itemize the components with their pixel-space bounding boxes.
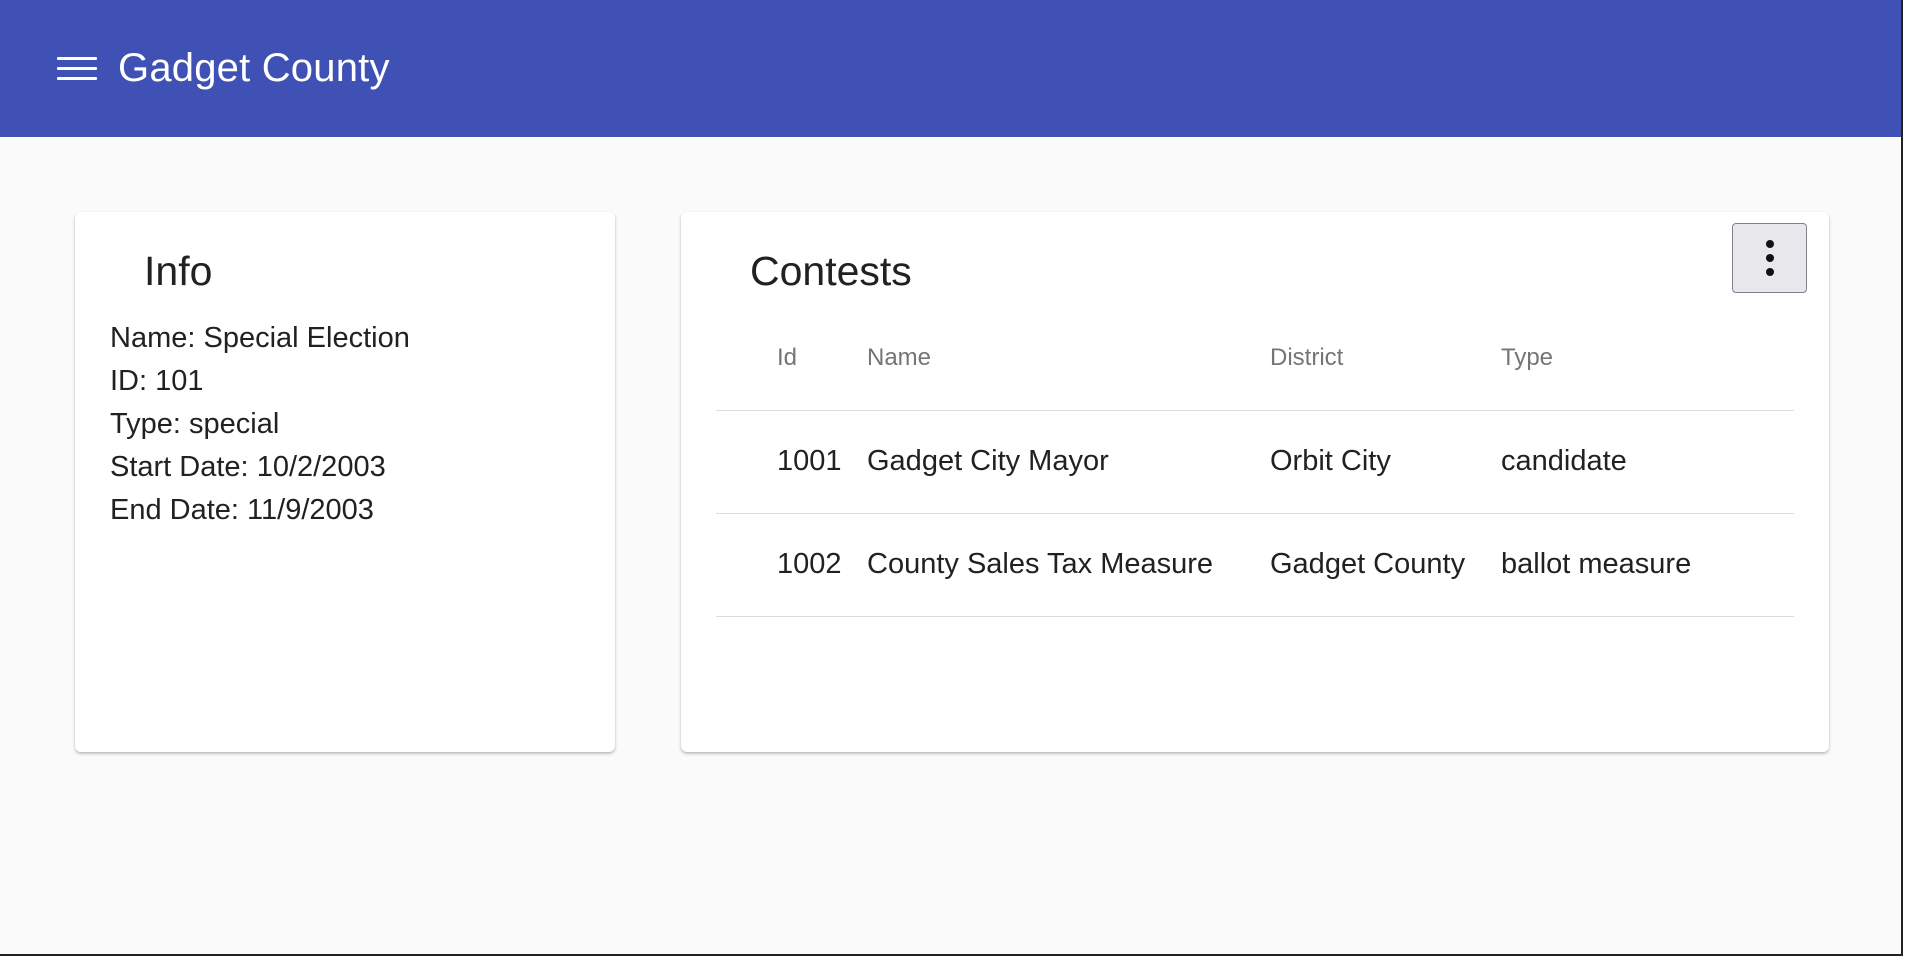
cell-type: ballot measure: [1501, 513, 1794, 617]
info-row-name: Name: Special Election: [110, 317, 410, 360]
column-header-district[interactable]: District: [1270, 307, 1501, 411]
cell-name: Gadget City Mayor: [856, 410, 1270, 514]
info-value: 11/9/2003: [247, 494, 374, 526]
info-list: Name: Special Election ID: 101 Type: spe…: [110, 317, 410, 532]
info-label: Start Date:: [110, 451, 249, 483]
info-row-start-date: Start Date: 10/2/2003: [110, 446, 410, 489]
info-card-title: Info: [144, 248, 213, 294]
kebab-dot: [1765, 268, 1774, 276]
app-toolbar: Gadget County: [0, 0, 1901, 137]
menu-bar: [57, 67, 97, 70]
app-frame: Gadget County Info Name: Special Electio…: [0, 0, 1903, 956]
contests-card: Contests Id Name District Type 1001 Gadg…: [681, 212, 1829, 752]
hamburger-menu-icon[interactable]: [54, 46, 100, 92]
column-header-name[interactable]: Name: [856, 307, 1270, 411]
cell-district: Orbit City: [1270, 410, 1501, 514]
info-row-id: ID: 101: [110, 360, 410, 403]
contests-card-title: Contests: [750, 248, 912, 294]
info-row-type: Type: special: [110, 403, 410, 446]
info-row-end-date: End Date: 11/9/2003: [110, 489, 410, 532]
info-value: special: [189, 408, 280, 440]
table-row[interactable]: 1002 County Sales Tax Measure Gadget Cou…: [716, 513, 1794, 617]
column-header-id[interactable]: Id: [716, 307, 856, 411]
column-header-type[interactable]: Type: [1501, 307, 1794, 411]
info-card: Info Name: Special Election ID: 101 Type…: [75, 212, 615, 752]
info-label: ID:: [110, 365, 148, 397]
menu-bar: [57, 57, 97, 60]
info-value: Special Election: [203, 322, 410, 354]
cell-id: 1001: [716, 410, 856, 514]
contests-table: Id Name District Type 1001 Gadget City M…: [716, 307, 1794, 617]
table-row[interactable]: 1001 Gadget City Mayor Orbit City candid…: [716, 410, 1794, 514]
kebab-dot: [1765, 240, 1774, 248]
info-value: 10/2/2003: [256, 451, 386, 483]
info-value: 101: [155, 365, 204, 397]
menu-bar: [57, 77, 97, 80]
kebab-dot: [1765, 254, 1774, 262]
info-label: End Date:: [110, 494, 239, 526]
more-vert-icon[interactable]: [1732, 223, 1807, 293]
cell-district: Gadget County: [1270, 513, 1501, 617]
info-label: Name:: [110, 322, 196, 354]
info-label: Type:: [110, 408, 181, 440]
app-title: Gadget County: [118, 46, 390, 90]
cell-type: candidate: [1501, 410, 1794, 514]
cell-id: 1002: [716, 513, 856, 617]
cell-name: County Sales Tax Measure: [856, 513, 1270, 617]
table-header-row: Id Name District Type: [716, 307, 1794, 411]
